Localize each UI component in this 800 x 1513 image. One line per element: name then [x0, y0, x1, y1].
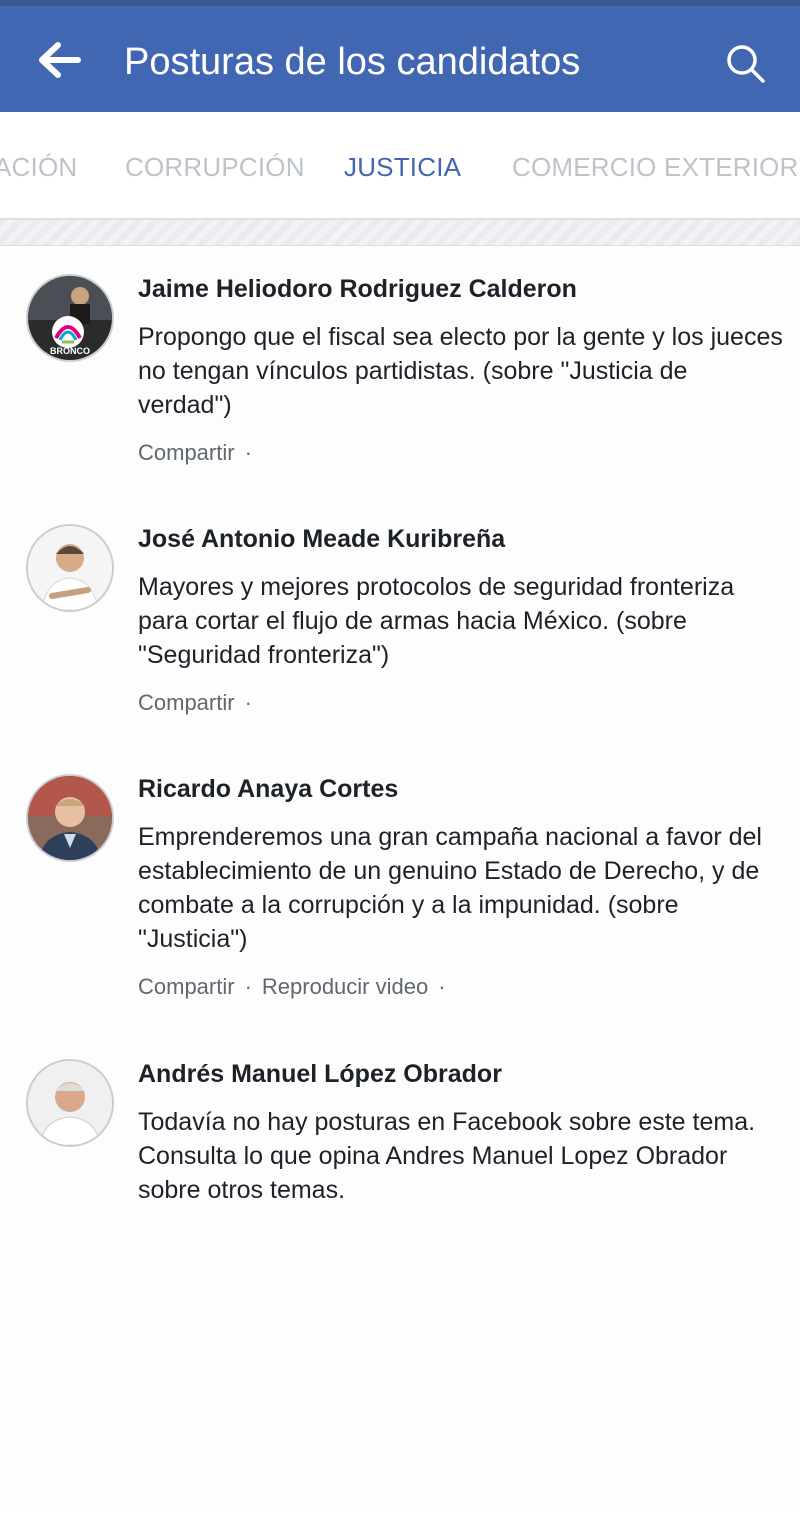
separator: · [244, 690, 252, 715]
candidate-stance: Mayores y mejores protocolos de segurida… [138, 573, 735, 669]
candidate-name[interactable]: Jaime Heliodoro Rodriguez Calderon [138, 274, 577, 304]
candidate-photo: BRONCO [28, 276, 112, 360]
arrow-left-icon [39, 42, 81, 78]
section-divider [0, 220, 800, 246]
search-button[interactable] [724, 42, 768, 86]
avatar[interactable] [26, 524, 114, 612]
candidate-name[interactable]: Andrés Manuel López Obrador [138, 1059, 502, 1089]
tab-corrupcion[interactable]: CORRUPCIÓN [125, 152, 305, 182]
separator: · [244, 974, 252, 999]
svg-text:BRONCO: BRONCO [50, 346, 90, 356]
back-button[interactable] [38, 40, 84, 80]
tab-educacion[interactable]: ACIÓN [0, 152, 77, 182]
app-bar: Posturas de los candidatos [0, 0, 800, 112]
tab-justicia[interactable]: JUSTICIA [344, 152, 461, 182]
candidate-stance: Todavía no hay posturas en Facebook sobr… [138, 1108, 756, 1204]
candidate-photo [28, 1061, 112, 1145]
candidate-name[interactable]: José Antonio Meade Kuribreña [138, 524, 505, 554]
share-link[interactable]: Compartir [138, 440, 235, 465]
page-title: Posturas de los candidatos [124, 41, 581, 83]
candidate-name[interactable]: Ricardo Anaya Cortes [138, 774, 398, 804]
separator: · [438, 974, 446, 999]
topic-tabs: ACIÓN CORRUPCIÓN JUSTICIA COMERCIO EXTER… [0, 112, 800, 220]
avatar[interactable] [26, 774, 114, 862]
share-link[interactable]: Compartir [138, 974, 235, 999]
tab-comercio-exterior[interactable]: COMERCIO EXTERIOR [512, 152, 799, 182]
separator: · [244, 440, 252, 465]
item-actions: Compartir · Reproducir video · [138, 974, 456, 1000]
candidate-stance: Propongo que el fiscal sea electo por la… [138, 323, 783, 419]
item-actions: Compartir · [138, 690, 262, 716]
search-icon [727, 45, 765, 83]
avatar[interactable]: BRONCO [26, 274, 114, 362]
play-video-link[interactable]: Reproducir video [262, 974, 428, 999]
candidate-photo [28, 526, 112, 610]
candidate-stance: Emprenderemos una gran campaña nacional … [138, 823, 762, 953]
item-actions: Compartir · [138, 440, 262, 466]
candidate-list: BRONCO Jaime Heliodoro Rodriguez Caldero… [0, 246, 800, 1513]
candidate-photo [28, 776, 112, 860]
share-link[interactable]: Compartir [138, 690, 235, 715]
avatar[interactable] [26, 1059, 114, 1147]
